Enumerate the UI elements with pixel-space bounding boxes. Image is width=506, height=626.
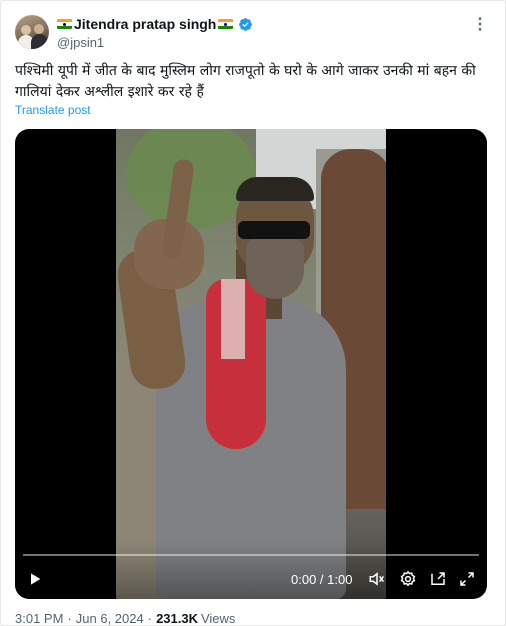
avatar[interactable] [15, 15, 49, 49]
volume-icon[interactable] [367, 569, 387, 589]
video-progress-bar[interactable] [23, 554, 479, 556]
play-icon[interactable] [25, 569, 45, 589]
video-player[interactable]: 0:00 / 1:00 [15, 129, 487, 599]
translate-post-link[interactable]: Translate post [15, 103, 91, 117]
tweet-time[interactable]: 3:01 PM [15, 611, 63, 626]
pip-icon[interactable] [428, 569, 448, 589]
verified-badge-icon [239, 17, 253, 31]
meta-separator: · [67, 611, 72, 626]
tweet-card: Jitendra pratap singh @jpsin1 पश्चिमी यू… [0, 0, 506, 626]
tweet-date[interactable]: Jun 6, 2024 [76, 611, 144, 626]
video-frame[interactable] [116, 129, 386, 599]
meta-separator: · [147, 611, 153, 626]
more-icon[interactable] [471, 15, 489, 33]
author-handle[interactable]: @jpsin1 [57, 35, 104, 50]
author-display-name[interactable]: Jitendra pratap singh [74, 16, 216, 32]
views-label: Views [200, 611, 236, 626]
author-name-row[interactable]: Jitendra pratap singh [57, 15, 253, 33]
fullscreen-icon[interactable] [457, 569, 477, 589]
india-flag-icon [57, 19, 72, 29]
india-flag-icon [218, 19, 234, 29]
settings-icon[interactable] [398, 569, 418, 589]
tweet-text: पश्चिमी यूपी में जीत के बाद मुस्लिम लोग … [15, 63, 476, 100]
tweet-meta: 3:01 PM · Jun 6, 2024 · 231.3K Views [15, 611, 235, 626]
views-count[interactable]: 231.3K [156, 611, 198, 626]
video-time: 0:00 / 1:00 [291, 571, 353, 587]
